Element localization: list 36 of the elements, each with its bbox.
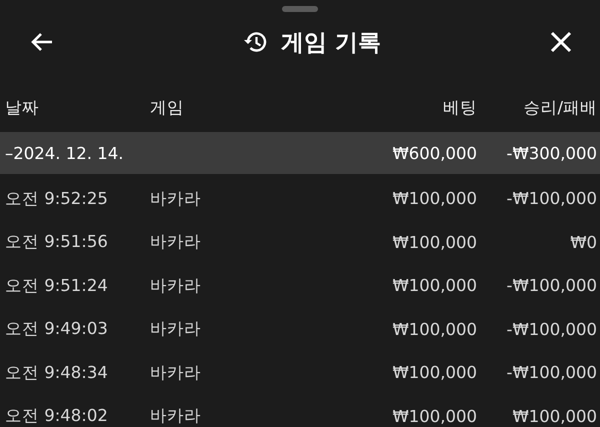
close-icon[interactable]	[550, 31, 572, 53]
window-title: 게임 기록	[280, 28, 381, 58]
table-cell-text: ₩100,000	[511, 406, 597, 426]
table-cell-text: 바카라	[150, 318, 202, 340]
table-cell-text: -₩300,000	[505, 144, 597, 162]
table-cell-text: 오전 9:52:25	[5, 188, 109, 210]
table-cell-text: 오전 9:49:03	[5, 318, 109, 340]
table-cell-text: 오전 9:48:34	[5, 362, 109, 384]
table-cell-text: 바카라	[150, 188, 202, 210]
table-cell-text: –2024. 12. 14.	[5, 144, 124, 162]
table-cell-text: -₩100,000	[505, 189, 597, 208]
table-cell-text: ₩600,000	[391, 144, 477, 162]
table-cell-text: 바카라	[150, 231, 202, 254]
back-arrow-icon[interactable]	[30, 32, 54, 52]
column-header: 베팅	[442, 97, 477, 119]
drag-handle[interactable]	[282, 6, 318, 12]
table-cell-text: -₩100,000	[505, 363, 597, 382]
column-header: 날짜	[5, 97, 40, 119]
table-cell-text: ₩100,000	[391, 276, 477, 296]
table-cell-text: 오전 9:51:24	[5, 274, 109, 297]
date-group-row[interactable]: –2024. 12. 14. ₩600,000 -₩300,000	[0, 132, 600, 174]
table-cell-text: 바카라	[150, 274, 202, 297]
table-cell-text: 오전 9:48:02	[5, 405, 109, 427]
column-header: 게임	[150, 97, 185, 119]
table-cell-text: ₩100,000	[391, 406, 477, 426]
table-cell-text: ₩0	[569, 232, 597, 252]
table-cell-text: ₩100,000	[391, 320, 477, 339]
table-cell-text: 바카라	[150, 405, 202, 427]
table-cell-text: 바카라	[150, 362, 202, 384]
table-cell-text: ₩100,000	[391, 363, 477, 382]
table-cell-text: 오전 9:51:56	[5, 231, 109, 254]
table-cell-text: ₩100,000	[391, 232, 477, 252]
table-cell-text: -₩100,000	[505, 276, 597, 296]
table-cell-text: ₩100,000	[391, 189, 477, 208]
column-header: 승리/패배	[522, 97, 597, 119]
table-cell-text: -₩100,000	[505, 320, 597, 339]
